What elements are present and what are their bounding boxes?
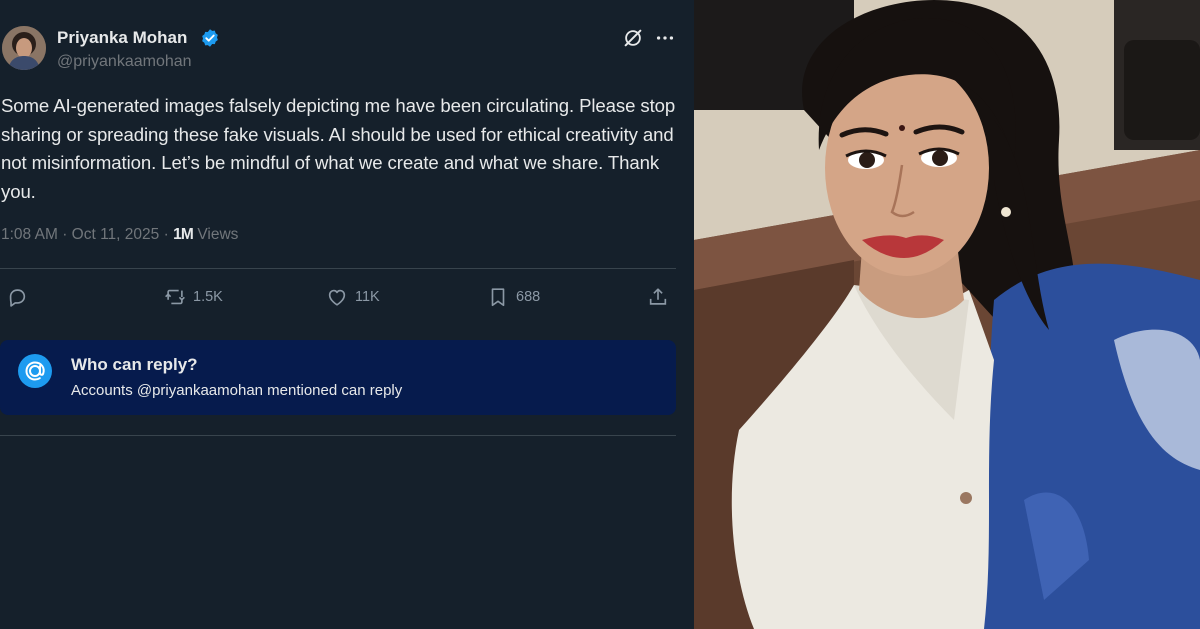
bookmark-count: 688 <box>516 289 541 305</box>
tweet-time[interactable]: 1:08 AM <box>1 226 58 243</box>
like-button[interactable]: 11K <box>326 282 380 312</box>
reply-settings-box[interactable]: Who can reply? Accounts @priyankaamohan … <box>0 340 676 415</box>
heart-icon <box>328 289 346 306</box>
bookmark-button[interactable]: 688 <box>487 282 540 312</box>
tweet-panel: Priyanka Mohan @priyankaamohan Some AI-g… <box>0 0 694 629</box>
tweet-text: Some AI-generated images falsely depicti… <box>1 95 676 202</box>
repost-count: 1.5K <box>193 289 223 305</box>
user-handle[interactable]: @priyankaamohan <box>57 53 192 71</box>
display-name[interactable]: Priyanka Mohan <box>57 28 187 48</box>
action-bar: 1.5K 11K 688 <box>0 282 676 312</box>
reply-settings-title: Who can reply? <box>71 355 198 374</box>
tweet-date[interactable]: Oct 11, 2025 <box>72 226 160 243</box>
meta-separator: · <box>163 226 169 243</box>
portrait-photo <box>694 0 1200 629</box>
reply-button[interactable] <box>6 282 28 312</box>
divider <box>0 435 676 436</box>
bookmark-icon <box>491 288 505 307</box>
repost-icon <box>165 289 185 305</box>
portrait-illustration <box>694 0 1200 629</box>
grok-icon[interactable] <box>622 27 644 49</box>
reply-icon <box>9 289 26 307</box>
avatar-image <box>2 26 46 70</box>
verified-badge-icon <box>202 29 218 47</box>
views-label: Views <box>197 226 239 243</box>
divider <box>0 268 676 269</box>
share-icon <box>649 288 667 305</box>
profile-avatar[interactable] <box>2 26 46 70</box>
repost-button[interactable]: 1.5K <box>164 282 223 312</box>
tweet-meta: 1:08 AM · Oct 11, 2025 · 1M Views <box>1 226 238 244</box>
like-count: 11K <box>355 289 380 305</box>
at-sign-icon <box>18 354 52 388</box>
views-count: 1M <box>173 226 194 243</box>
share-button[interactable] <box>647 282 669 312</box>
reply-settings-subtitle: Accounts @priyankaamohan mentioned can r… <box>71 382 403 399</box>
more-icon[interactable] <box>654 27 676 49</box>
meta-separator: · <box>62 226 68 243</box>
